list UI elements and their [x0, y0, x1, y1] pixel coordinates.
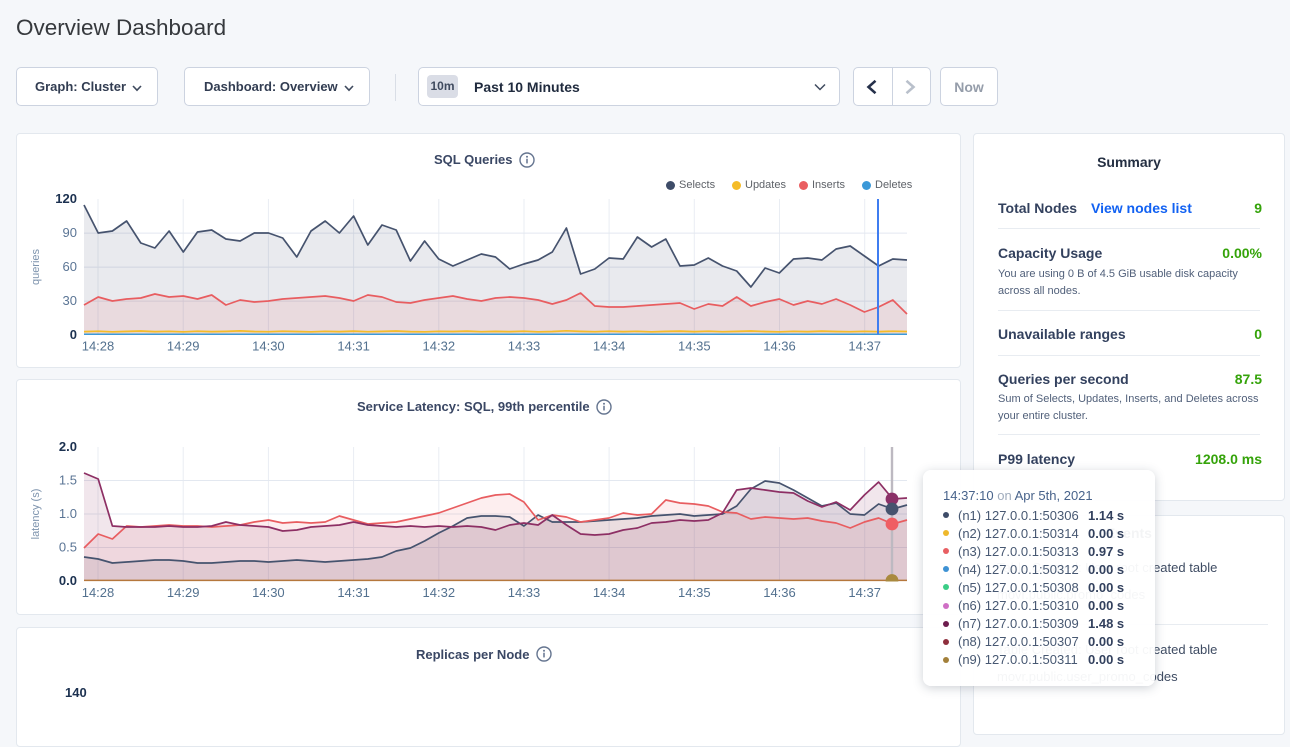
svg-text:14:36: 14:36 [763, 585, 796, 600]
svg-text:0.5: 0.5 [59, 540, 77, 555]
svg-text:14:28: 14:28 [82, 339, 115, 354]
svg-text:queries: queries [30, 248, 42, 285]
svg-text:14:31: 14:31 [337, 339, 370, 354]
svg-text:0.0: 0.0 [59, 573, 77, 588]
svg-text:14:35: 14:35 [678, 339, 711, 354]
svg-text:60: 60 [63, 259, 77, 274]
svg-text:14:32: 14:32 [423, 339, 456, 354]
svg-text:30: 30 [63, 293, 77, 308]
svg-text:14:37: 14:37 [848, 585, 881, 600]
svg-text:1.0: 1.0 [59, 506, 77, 521]
svg-text:14:36: 14:36 [763, 339, 796, 354]
svg-text:14:28: 14:28 [82, 585, 115, 600]
svg-text:120: 120 [55, 191, 77, 206]
svg-text:14:29: 14:29 [167, 339, 200, 354]
svg-text:14:30: 14:30 [252, 585, 285, 600]
svg-text:14:32: 14:32 [423, 585, 456, 600]
svg-text:14:31: 14:31 [337, 585, 370, 600]
svg-text:14:34: 14:34 [593, 339, 626, 354]
svg-text:1.5: 1.5 [59, 473, 77, 488]
svg-text:14:33: 14:33 [508, 339, 541, 354]
svg-text:14:37: 14:37 [848, 339, 881, 354]
svg-text:0: 0 [70, 327, 77, 342]
svg-text:14:34: 14:34 [593, 585, 626, 600]
svg-text:14:30: 14:30 [252, 339, 285, 354]
svg-text:90: 90 [63, 225, 77, 240]
svg-text:14:35: 14:35 [678, 585, 711, 600]
svg-text:latency (s): latency (s) [30, 489, 42, 540]
svg-text:2.0: 2.0 [59, 439, 77, 454]
svg-text:14:29: 14:29 [167, 585, 200, 600]
svg-text:14:33: 14:33 [508, 585, 541, 600]
